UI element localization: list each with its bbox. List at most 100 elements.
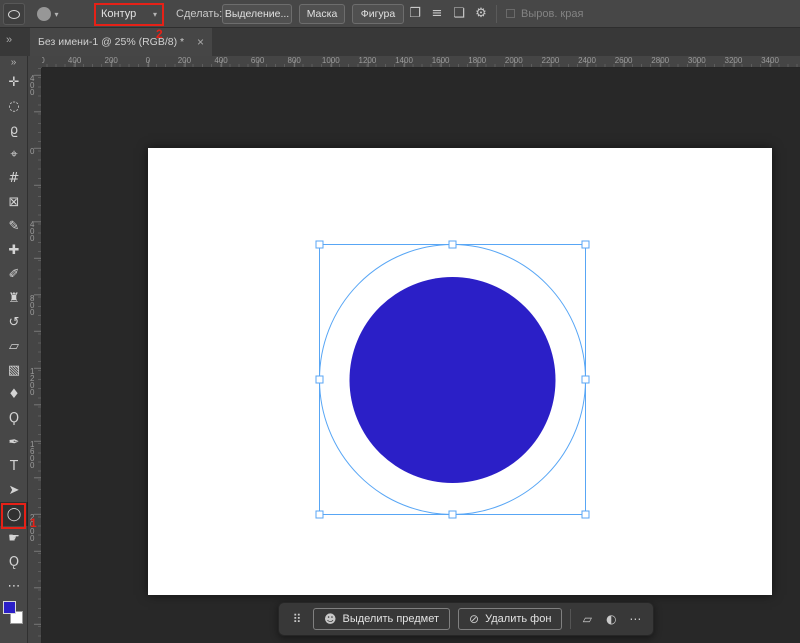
tool-preset-picker[interactable]: ▾ xyxy=(31,3,65,25)
canvas-viewport: 6004002000200400600800100012001400160018… xyxy=(28,56,800,643)
h-ruler-label: 3400 xyxy=(761,56,779,65)
frame-tool-icon: ⊠ xyxy=(9,196,20,209)
shape-preview-icon xyxy=(37,7,51,21)
h-ruler-label: 2000 xyxy=(505,56,523,65)
annotation-number-step2: 2 xyxy=(156,27,163,41)
brush-tool[interactable]: ✐ xyxy=(0,262,28,286)
transform-handle-right[interactable] xyxy=(582,376,589,383)
foreground-color-swatch[interactable] xyxy=(3,601,16,614)
v-ruler-label: 4 0 0 xyxy=(30,75,34,96)
transform-handle-bottom-left[interactable] xyxy=(316,511,323,518)
transform-handle-bottom[interactable] xyxy=(449,511,456,518)
tool-mode-select[interactable]: Контур ▾ xyxy=(99,5,159,23)
transform-handle-top-left[interactable] xyxy=(316,241,323,248)
hand-tool-icon: ☛ xyxy=(8,532,20,545)
eraser-tool[interactable]: ▱ xyxy=(0,334,28,358)
gear-icon[interactable]: ⚙ xyxy=(472,6,490,22)
path-arrangement-icon[interactable]: ❏ xyxy=(450,6,468,22)
document-tab[interactable]: Без имени-1 @ 25% (RGB/8) * × xyxy=(30,28,212,56)
object-selection-tool[interactable]: ⌖ xyxy=(0,142,28,166)
make-selection-button[interactable]: Выделение... xyxy=(222,4,292,24)
crop-tool-icon: # xyxy=(9,172,20,185)
more-tools[interactable]: ⋯ xyxy=(0,574,28,598)
h-ruler-label: 2400 xyxy=(578,56,596,65)
blur-tool-icon: ♦ xyxy=(8,388,20,401)
h-ruler-label: 400 xyxy=(214,56,227,65)
transform-handle-top-right[interactable] xyxy=(582,241,589,248)
adjustments-icon[interactable]: ◐ xyxy=(603,612,619,626)
h-ruler-label: 600 xyxy=(251,56,264,65)
type-tool[interactable]: T xyxy=(0,454,28,478)
document-tab-bar: » Без имени-1 @ 25% (RGB/8) * × xyxy=(0,28,800,56)
h-ruler-label: 800 xyxy=(288,56,301,65)
close-icon[interactable]: × xyxy=(197,35,204,49)
eraser-tool-icon: ▱ xyxy=(9,340,19,353)
options-bar: ▾ Контур ▾ Сделать: Выделение... Маска Ф… xyxy=(0,0,800,28)
path-selection-tool[interactable]: ➤ xyxy=(0,478,28,502)
make-mask-button[interactable]: Маска xyxy=(299,4,345,24)
select-subject-button[interactable]: ☻ Выделить предмет xyxy=(313,608,450,630)
healing-brush-tool-icon: ✚ xyxy=(9,244,20,257)
remove-background-button[interactable]: ⊘ Удалить фон xyxy=(458,608,562,630)
path-selection-tool-icon: ➤ xyxy=(9,484,20,497)
tools-panel: » ✛ ◌ ϱ ⌖ # ⊠ ✎ ✚ ✐ ♜ ↺ ▱ ▧ ♦ Ϙ ✒ T ➤ ◯ ☛ Ǫ ⋯ xyxy=(0,56,28,643)
transform-icon[interactable]: ▱ xyxy=(579,612,595,626)
v-ruler-label: 8 0 0 xyxy=(30,295,34,316)
zoom-tool[interactable]: Ǫ xyxy=(0,550,28,574)
frame-tool[interactable]: ⊠ xyxy=(0,190,28,214)
collapse-tools-icon[interactable]: » xyxy=(0,56,27,70)
pen-tool-icon: ✒ xyxy=(9,436,20,449)
v-ruler-label: 1 6 0 0 xyxy=(30,441,34,469)
path-operations-icon[interactable]: ❐ xyxy=(406,6,424,22)
marquee-tool[interactable]: ◌ xyxy=(0,94,28,118)
marquee-tool-icon: ◌ xyxy=(8,100,19,113)
move-tool[interactable]: ✛ xyxy=(0,70,28,94)
align-edges-checkbox[interactable] xyxy=(506,9,515,18)
blur-tool[interactable]: ♦ xyxy=(0,382,28,406)
select-subject-label: Выделить предмет xyxy=(343,613,440,625)
history-brush-tool[interactable]: ↺ xyxy=(0,310,28,334)
lasso-tool[interactable]: ϱ xyxy=(0,118,28,142)
h-ruler-label: 2200 xyxy=(541,56,559,65)
gradient-tool[interactable]: ▧ xyxy=(0,358,28,382)
more-options-icon[interactable]: ⋯ xyxy=(627,612,643,626)
v-ruler-label: 4 0 0 xyxy=(30,221,34,242)
pen-tool[interactable]: ✒ xyxy=(0,430,28,454)
drag-handle-icon[interactable]: ⠿ xyxy=(289,612,305,626)
vertical-ruler[interactable]: 4 0 004 0 08 0 01 2 0 01 6 0 02 0 0 0 xyxy=(28,68,42,643)
h-ruler-label: 1200 xyxy=(358,56,376,65)
gradient-tool-icon: ▧ xyxy=(8,364,20,377)
h-ruler-label: 1000 xyxy=(322,56,340,65)
dodge-tool[interactable]: Ϙ xyxy=(0,406,28,430)
document-canvas[interactable] xyxy=(148,148,772,595)
transform-handle-top[interactable] xyxy=(449,241,456,248)
h-ruler-label: 3000 xyxy=(688,56,706,65)
h-ruler-label: 2800 xyxy=(651,56,669,65)
ellipse-tool[interactable]: ◯ xyxy=(0,502,28,526)
more-tools-icon: ⋯ xyxy=(8,580,21,593)
ellipse-tool-icon xyxy=(8,10,20,19)
object-selection-tool-icon: ⌖ xyxy=(10,148,17,161)
transform-handle-bottom-right[interactable] xyxy=(582,511,589,518)
clone-stamp-tool-icon: ♜ xyxy=(8,292,20,305)
healing-brush-tool[interactable]: ✚ xyxy=(0,238,28,262)
collapse-panel-icon[interactable]: » xyxy=(6,34,12,46)
chevron-down-icon: ▾ xyxy=(153,10,157,19)
current-tool-preset[interactable] xyxy=(3,3,25,25)
zoom-tool-icon: Ǫ xyxy=(9,556,19,569)
path-alignment-icon[interactable]: ≡ xyxy=(428,6,446,22)
ruler-origin-corner[interactable] xyxy=(28,56,42,68)
tools-list: ✛ ◌ ϱ ⌖ # ⊠ ✎ ✚ ✐ ♜ ↺ ▱ ▧ ♦ Ϙ ✒ T ➤ ◯ ☛ Ǫ ⋯ xyxy=(0,70,27,598)
crop-tool[interactable]: # xyxy=(0,166,28,190)
canvas-shapes xyxy=(148,148,772,595)
make-shape-button[interactable]: Фигура xyxy=(352,4,404,24)
color-swatches xyxy=(0,600,28,630)
horizontal-ruler[interactable]: 6004002000200400600800100012001400160018… xyxy=(28,56,800,68)
move-tool-icon: ✛ xyxy=(9,76,20,89)
hand-tool[interactable]: ☛ xyxy=(0,526,28,550)
transform-handle-left[interactable] xyxy=(316,376,323,383)
eyedropper-tool[interactable]: ✎ xyxy=(0,214,28,238)
ellipse-tool-icon: ◯ xyxy=(7,508,22,521)
blue-circle-shape[interactable] xyxy=(350,277,556,483)
clone-stamp-tool[interactable]: ♜ xyxy=(0,286,28,310)
